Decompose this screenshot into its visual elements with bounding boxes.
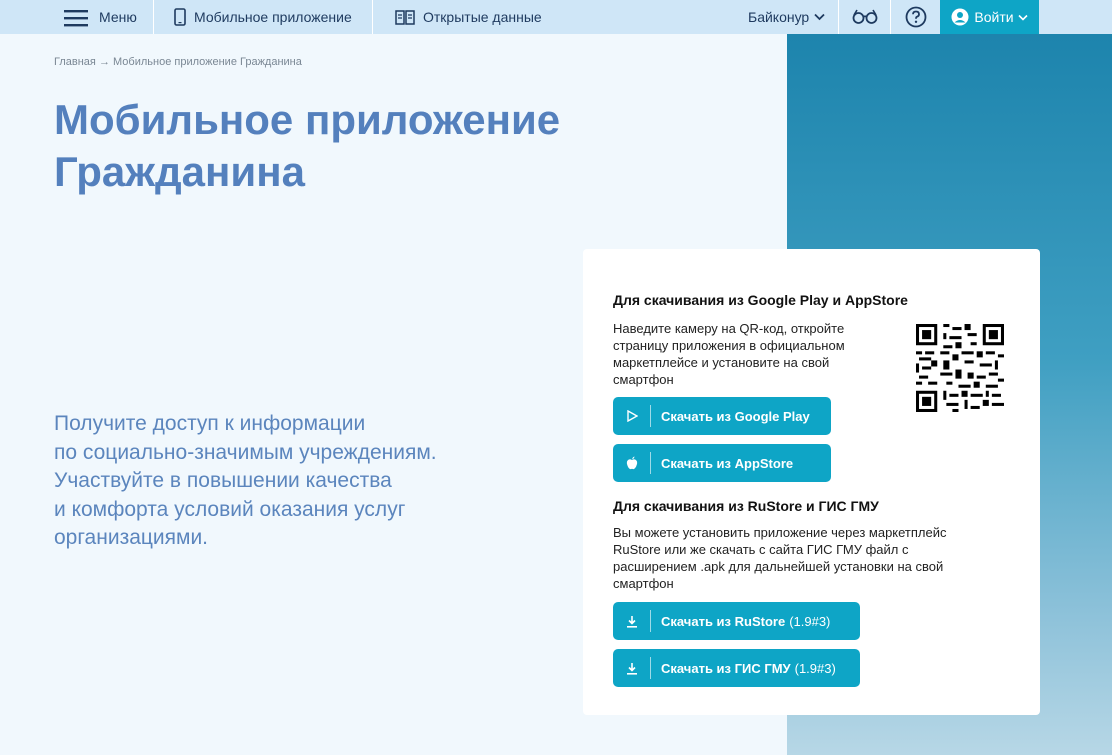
top-navigation-bar: Меню Мобильное приложение Открытые данны… xyxy=(0,0,1112,34)
region-selector[interactable]: Байконур xyxy=(748,0,838,34)
rustore-version: (1.9#3) xyxy=(789,613,831,629)
play-triangle-icon xyxy=(626,410,638,422)
question-circle-icon xyxy=(905,6,926,28)
breadcrumb: Главная → Мобильное приложение Гражданин… xyxy=(54,56,302,68)
download-google-play-label: Скачать из Google Play xyxy=(661,408,810,424)
breadcrumb-home-link[interactable]: Главная xyxy=(54,56,96,68)
download-card: Для скачивания из Google Play и AppStore… xyxy=(583,249,1040,715)
chevron-down-icon xyxy=(1018,14,1028,21)
breadcrumb-current: Мобильное приложение Гражданина xyxy=(113,56,302,68)
lead-line: по социально-значимым учреждениям. xyxy=(54,440,437,464)
download-gis-gmu-label: Скачать из ГИС ГМУ xyxy=(661,660,791,676)
menu-button[interactable]: Меню xyxy=(0,0,153,34)
login-label: Войти xyxy=(974,9,1014,25)
lead-line: и комфорта условий оказания услуг xyxy=(54,497,406,521)
google-appstore-section-title: Для скачивания из Google Play и AppStore xyxy=(613,292,908,308)
accessibility-button[interactable] xyxy=(839,0,890,34)
lead-line: организациями. xyxy=(54,526,209,549)
page-title-line: Гражданина xyxy=(54,148,305,195)
rustore-gis-section-title: Для скачивания из RuStore и ГИС ГМУ xyxy=(613,498,879,514)
login-button[interactable]: Войти xyxy=(940,0,1039,34)
open-data-label: Открытые данные xyxy=(423,9,542,25)
lead-line: Участвуйте в повышении качества xyxy=(54,469,392,492)
page-title-line: Мобильное приложение xyxy=(54,96,561,143)
rustore-gis-section-text: Вы можете установить приложение через ма… xyxy=(613,525,947,591)
open-book-icon xyxy=(395,10,415,25)
breadcrumb-separator: → xyxy=(98,56,110,68)
mobile-app-label: Мобильное приложение xyxy=(194,9,352,25)
lead-line: Получите доступ к информации xyxy=(54,412,366,435)
user-circle-icon xyxy=(951,8,969,26)
qr-code xyxy=(916,324,1004,412)
menu-label: Меню xyxy=(99,9,137,25)
region-label: Байконур xyxy=(748,9,810,25)
download-icon xyxy=(626,662,637,675)
download-appstore-label: Скачать из AppStore xyxy=(661,455,794,471)
open-data-link[interactable]: Открытые данные xyxy=(373,0,563,34)
glasses-icon xyxy=(852,9,877,24)
google-appstore-section-text: Наведите камеру на QR-код, откройте стра… xyxy=(613,321,845,387)
download-rustore-label: Скачать из RuStore xyxy=(661,613,786,629)
gis-gmu-version: (1.9#3) xyxy=(794,660,836,676)
phone-icon xyxy=(174,8,186,26)
apple-icon xyxy=(626,456,637,470)
chevron-down-icon xyxy=(814,13,825,21)
download-appstore-button[interactable]: Скачать из AppStore xyxy=(613,444,831,482)
help-button[interactable] xyxy=(891,0,940,34)
mobile-app-link[interactable]: Мобильное приложение xyxy=(154,0,372,34)
download-google-play-button[interactable]: Скачать из Google Play xyxy=(613,397,831,435)
lead-text: Получите доступ к информации по социальн… xyxy=(54,410,524,553)
download-rustore-button[interactable]: Скачать из RuStore (1.9#3) xyxy=(613,602,860,640)
page-title: Мобильное приложение Гражданина xyxy=(54,94,560,198)
hamburger-menu-icon xyxy=(64,10,88,27)
download-icon xyxy=(626,615,637,628)
download-gis-gmu-button[interactable]: Скачать из ГИС ГМУ (1.9#3) xyxy=(613,649,860,687)
